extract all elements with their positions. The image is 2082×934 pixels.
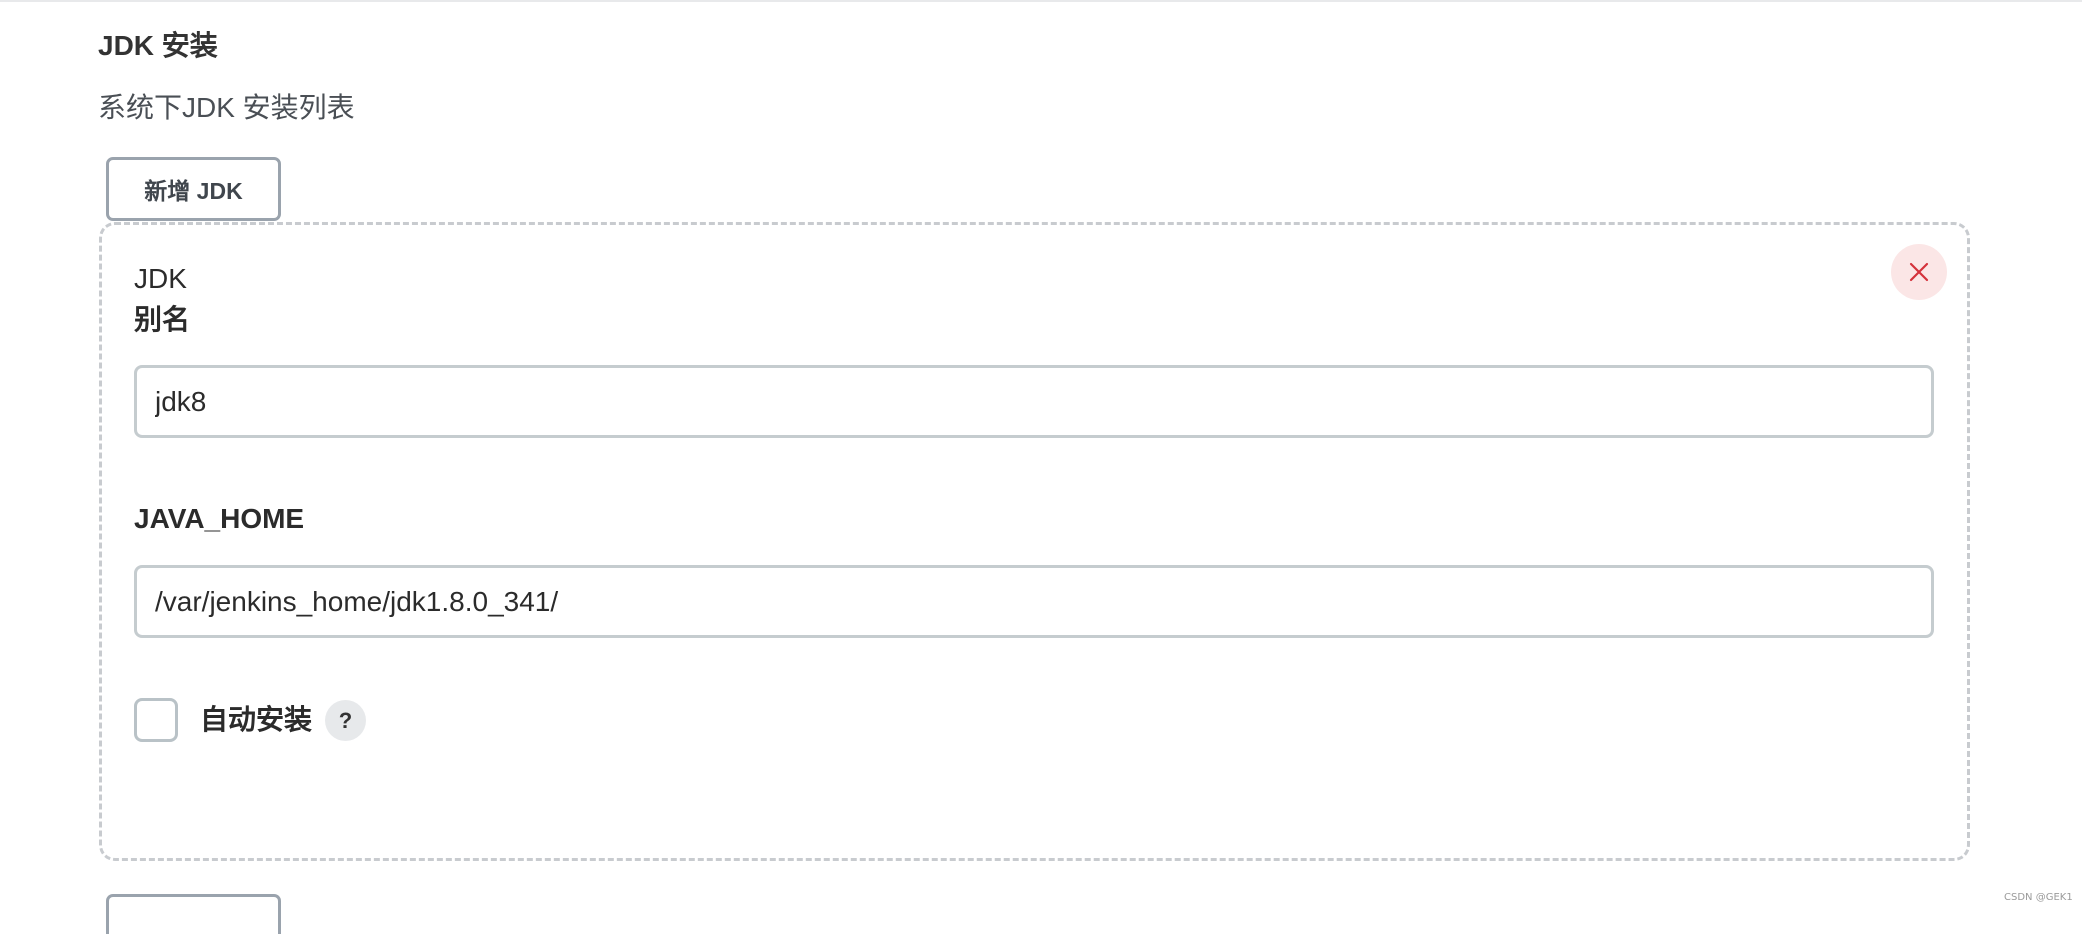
watermark: CSDN @GEK1	[2004, 892, 2073, 903]
add-jdk-button-bottom[interactable]	[106, 894, 281, 934]
alias-label: 别名	[134, 304, 191, 335]
close-icon	[1909, 262, 1929, 282]
alias-input[interactable]	[134, 365, 1934, 438]
card-type-label: JDK	[134, 263, 187, 294]
jdk-installation-card	[99, 222, 1970, 861]
add-jdk-button[interactable]: 新增 JDK	[106, 157, 281, 221]
help-icon[interactable]: ?	[325, 700, 366, 741]
top-divider	[0, 0, 2082, 2]
auto-install-label[interactable]: 自动安装	[200, 703, 312, 737]
java-home-input[interactable]	[134, 565, 1934, 638]
auto-install-checkbox[interactable]	[134, 698, 178, 742]
section-title: JDK 安装	[98, 30, 218, 61]
delete-jdk-button[interactable]	[1891, 244, 1947, 300]
java-home-label: JAVA_HOME	[134, 503, 305, 534]
section-description: 系统下JDK 安装列表	[98, 92, 355, 123]
